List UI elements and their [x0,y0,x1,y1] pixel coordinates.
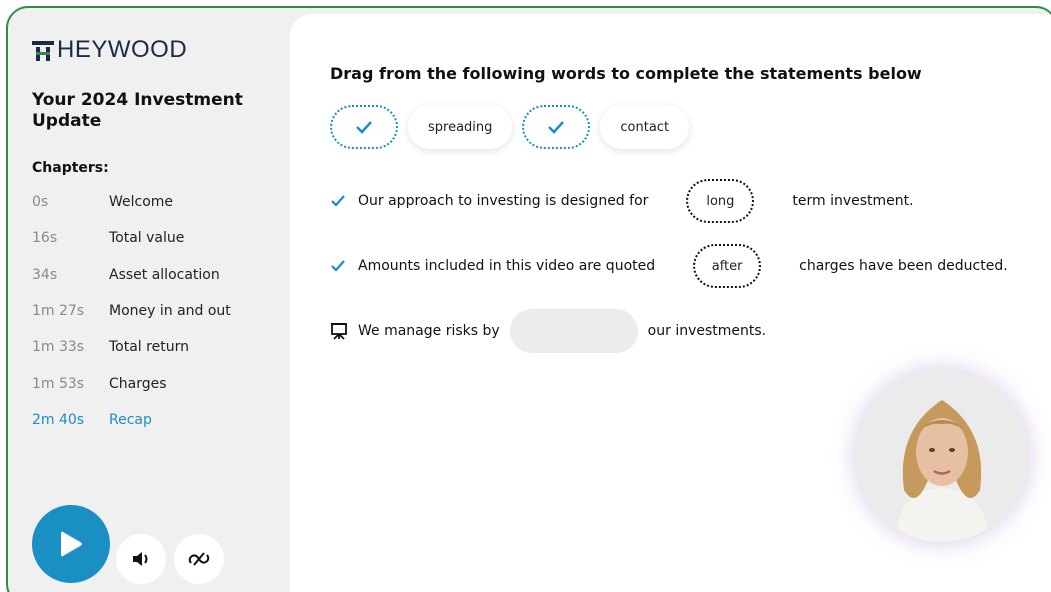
answer-slot-after[interactable]: after [693,244,762,288]
app-frame: HEYWOOD Your 2024 Investment Update Chap… [6,6,1051,592]
statement-2: Amounts included in this video are quote… [330,244,1008,288]
chapter-time: 1m 53s [32,375,85,392]
activity-panel: Drag from the following words to complet… [290,14,1051,592]
chapter-label: Asset allocation [109,266,220,283]
chapter-time: 34s [32,266,58,283]
answer-slot-long[interactable]: long [686,179,755,223]
presentation-icon [331,323,347,340]
chapter-item-total-value[interactable]: 16s Total value [32,220,282,256]
chapter-label: Total value [109,230,185,247]
chapter-item-asset-allocation[interactable]: 34s Asset allocation [32,257,282,293]
presenter-video[interactable] [856,370,1028,542]
play-icon [61,531,82,557]
statement-prefix: Amounts included in this video are quote… [358,258,656,274]
logo-text: HEYWOOD [57,36,188,63]
check-icon [331,260,345,272]
captions-off-icon [188,552,210,566]
word-chip-spreading[interactable]: spreading [408,105,513,149]
logo-mark-icon [32,41,54,61]
play-button[interactable] [32,505,110,583]
volume-icon [133,552,148,566]
answer-slot-empty[interactable] [509,309,638,353]
chapter-label: Recap [109,411,152,428]
instruction-text: Drag from the following words to complet… [330,64,922,83]
statement-suffix: our investments. [647,323,767,339]
chapter-item-total-return[interactable]: 1m 33s Total return [32,329,282,365]
chapter-label: Welcome [109,194,174,211]
sidebar: HEYWOOD Your 2024 Investment Update Chap… [8,8,290,592]
word-chip-contact[interactable]: contact [600,105,690,149]
chapter-time: 2m 40s [32,411,85,428]
volume-button[interactable] [116,534,166,584]
word-bank: spreading contact [330,105,690,149]
chapter-time: 0s [32,194,49,211]
statement-3: We manage risks by our investments. [330,309,766,353]
chapter-list: 0s Welcome 16s Total value 34s Asset all… [32,184,282,438]
chapters-heading: Chapters: [32,160,109,176]
presenter-avatar [856,370,1028,542]
captions-button[interactable] [174,534,224,584]
video-title: Your 2024 Investment Update [32,90,243,131]
chapter-label: Total return [109,339,189,356]
chapter-label: Money in and out [109,303,231,320]
check-icon [331,195,345,207]
chapter-label: Charges [109,375,167,392]
chapter-time: 1m 27s [32,303,85,320]
chapter-item-money-in-out[interactable]: 1m 27s Money in and out [32,293,282,329]
chapter-item-welcome[interactable]: 0s Welcome [32,184,282,220]
chapter-item-recap[interactable]: 2m 40s Recap [32,402,282,438]
statement-suffix: term investment. [792,193,914,209]
statement-prefix: Our approach to investing is designed fo… [358,193,649,209]
chapter-item-charges[interactable]: 1m 53s Charges [32,365,282,401]
word-chip-used [330,105,398,149]
word-chip-used [522,105,591,149]
chapter-time: 16s [32,230,58,247]
statement-prefix: We manage risks by [358,323,500,339]
check-icon [356,121,372,134]
check-icon [548,121,565,134]
statement-suffix: charges have been deducted. [799,258,1008,274]
statement-1: Our approach to investing is designed fo… [330,179,914,223]
heywood-logo: HEYWOOD [32,36,187,64]
chapter-time: 1m 33s [32,339,85,356]
